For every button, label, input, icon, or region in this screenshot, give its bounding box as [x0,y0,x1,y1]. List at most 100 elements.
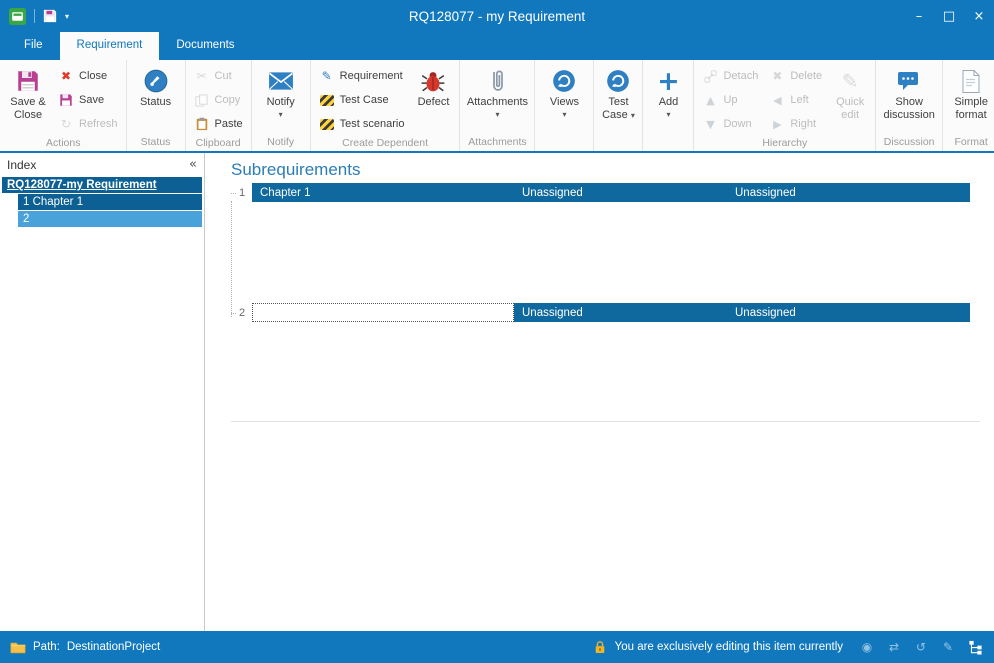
notify-label: Notify [267,96,295,109]
create-defect-button[interactable]: Defect [410,62,456,136]
attachments-label: Attachments [467,96,528,109]
tree-item-root[interactable]: RQ128077-my Requirement [2,177,202,193]
create-requirement-button[interactable]: ✎ Requirement [314,64,410,88]
test-case-button[interactable]: Test Case ▾ [597,62,639,136]
tab-documents[interactable]: Documents [159,32,251,60]
group-label-test-case [597,136,639,151]
delete-label: Delete [790,70,822,82]
paste-button[interactable]: Paste [189,112,248,136]
create-test-scenario-button[interactable]: Test scenario [314,112,410,136]
quick-edit-button[interactable]: ✎ Quick edit [828,62,872,136]
tab-file[interactable]: File [7,32,60,60]
status-edit-icon[interactable]: ✎ [939,638,957,656]
row-title-cell[interactable]: Chapter 1 [252,183,514,202]
group-label-clipboard: Clipboard [189,136,248,151]
views-button[interactable]: Views ▾ [538,62,590,136]
cut-button[interactable]: ✂ Cut [189,64,248,88]
discussion-bubble-icon [897,66,921,96]
close-label: Close [79,70,107,82]
index-panel: Index « RQ128077-my Requirement 1 Chapte… [0,153,205,631]
add-caret-icon: ▾ [666,110,670,119]
ribbon-group-hierarchy: Detach ▲ Up ▼ Down ✖ Delete [694,60,876,151]
defect-label: Defect [418,96,450,109]
minimize-button[interactable]: – [904,0,934,32]
attachments-button[interactable]: Attachments ▾ [463,62,531,135]
refresh-label: Refresh [79,118,118,130]
close-window-button[interactable]: × [964,0,994,32]
app-icon[interactable] [9,8,26,25]
move-right-button[interactable]: ▶ Right [764,112,827,136]
row-status-cell-1[interactable]: Unassigned [514,183,727,202]
quick-access-caret-icon[interactable]: ▾ [65,12,69,21]
detach-label: Detach [723,70,758,82]
quick-save-icon[interactable] [43,9,57,23]
status-info-icon[interactable]: ◉ [858,638,876,656]
save-and-close-button[interactable]: Save & Close [4,62,52,136]
tree-item-2[interactable]: 2 [18,211,202,227]
views-label: Views [550,96,579,109]
ribbon-tab-row: File Requirement Documents [0,32,994,60]
subrequirement-row-2[interactable]: 2 Unassigned Unassigned [232,303,970,322]
tab-requirement[interactable]: Requirement [60,32,160,60]
content-divider [231,421,980,422]
move-up-button[interactable]: ▲ Up [697,88,763,112]
status-history-icon[interactable]: ↺ [912,638,930,656]
group-label-hierarchy: Hierarchy [697,136,872,151]
delete-button[interactable]: ✖ Delete [764,64,827,88]
move-left-button[interactable]: ◀ Left [764,88,827,112]
subrequirement-row-1[interactable]: 1 Chapter 1 Unassigned Unassigned [232,183,970,202]
move-right-label: Right [790,118,816,130]
arrow-left-icon: ◀ [769,94,785,107]
row-title-edit-field[interactable] [252,303,514,322]
ribbon-group-notify: Notify ▾ Notify [252,60,311,151]
ribbon-group-status: Status Status [127,60,186,151]
row-status-cell-1[interactable]: Unassigned [514,303,727,322]
move-down-button[interactable]: ▼ Down [697,112,763,136]
ribbon-group-create-dependent: ✎ Requirement Test Case Test scenario [311,60,461,151]
test-case-label: Test Case [602,96,628,121]
status-label: Status [140,96,171,109]
create-test-scenario-label: Test scenario [340,118,405,130]
save-button[interactable]: Save [53,88,123,112]
simple-format-button[interactable]: Simple format [946,62,994,135]
test-case-icon [319,95,335,106]
detach-button[interactable]: Detach [697,64,763,88]
close-button[interactable]: ✖ Close [53,64,123,88]
status-hierarchy-icon[interactable] [966,638,984,656]
tree-item-chapter-1[interactable]: 1 Chapter 1 [18,194,202,210]
collapse-panel-icon[interactable]: « [189,157,197,172]
test-case-caret-icon: ▾ [631,111,635,120]
quick-edit-label: Quick edit [828,96,872,122]
arrow-up-icon: ▲ [702,94,718,107]
plus-icon: + [657,66,680,96]
row-status-cell-2[interactable]: Unassigned [727,183,970,202]
window-title: RQ128077 - my Requirement [0,9,994,24]
copy-icon [194,94,210,107]
views-circle-icon [551,66,577,96]
group-label-views [538,136,590,151]
status-share-icon[interactable]: ⇄ [885,638,903,656]
ribbon-group-actions: Save & Close ✖ Close Save ↻ [1,60,127,151]
status-button[interactable]: Status [130,62,182,135]
create-test-case-button[interactable]: Test Case [314,88,410,112]
refresh-icon: ↻ [58,117,74,131]
group-label-notify: Notify [255,135,307,151]
create-requirement-label: Requirement [340,70,403,82]
refresh-button[interactable]: ↻ Refresh [53,112,123,136]
row-status-cell-2[interactable]: Unassigned [727,303,970,322]
lock-icon [594,640,606,654]
status-bar: Path: DestinationProject You are exclusi… [0,631,994,663]
copy-button[interactable]: Copy [189,88,248,112]
ribbon-group-discussion: Show discussion Discussion [876,60,943,151]
show-discussion-label: Show discussion [879,96,939,122]
add-button[interactable]: + Add ▾ [646,62,690,136]
ribbon-group-format: Simple format Format [943,60,994,151]
group-label-create-dependent: Create Dependent [314,136,457,151]
ribbon-group-views: Views ▾ [535,60,594,151]
arrow-down-icon: ▼ [702,118,718,131]
notify-button[interactable]: Notify ▾ [255,62,307,135]
group-label-discussion: Discussion [879,135,939,151]
arrow-right-icon: ▶ [769,118,785,131]
show-discussion-button[interactable]: Show discussion [879,62,939,135]
maximize-button[interactable]: □ [934,0,964,32]
